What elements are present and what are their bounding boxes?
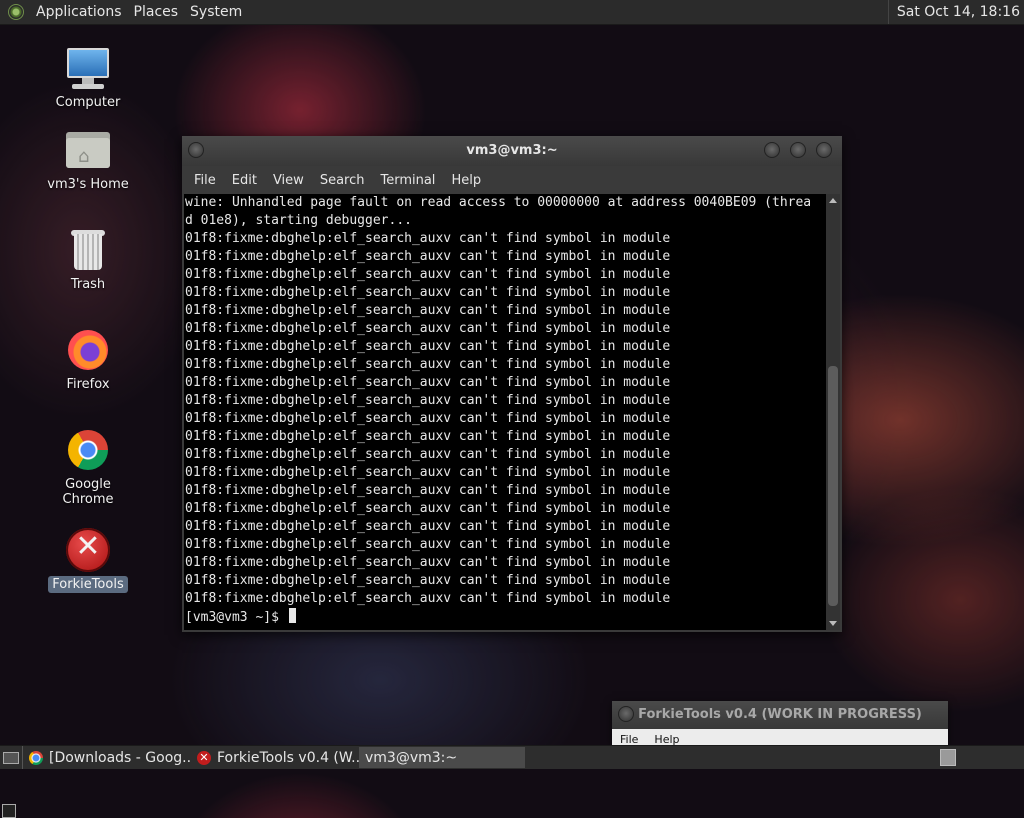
desktop-icon-forkietools[interactable]: ✕ ForkieTools	[38, 526, 138, 593]
chrome-icon	[64, 426, 112, 474]
task-label: vm3@vm3:~	[365, 749, 458, 766]
forkietools-menubar: File Help	[612, 729, 948, 746]
desktop-icon-label: Trash	[70, 277, 106, 292]
maximize-button[interactable]	[790, 142, 806, 158]
menu-view[interactable]: View	[265, 173, 312, 188]
terminal-line: d 01e8), starting debugger...	[185, 213, 412, 228]
terminal-line: 01f8:fixme:dbghelp:elf_search_auxv can't…	[185, 393, 671, 408]
task-downloads-chrome[interactable]: [Downloads - Goog...	[23, 747, 191, 768]
task-forkietools[interactable]: ✕ ForkieTools v0.4 (W...	[191, 747, 359, 768]
terminal-line: 01f8:fixme:dbghelp:elf_search_auxv can't…	[185, 429, 671, 444]
task-terminal[interactable]: vm3@vm3:~	[2, 747, 525, 818]
task-label: [Downloads - Goog...	[49, 749, 191, 766]
terminal-line: 01f8:fixme:dbghelp:elf_search_auxv can't…	[185, 267, 671, 282]
firefox-icon	[64, 326, 112, 374]
menu-help[interactable]: Help	[443, 173, 489, 188]
scroll-down-icon[interactable]	[829, 621, 837, 626]
terminal-line: 01f8:fixme:dbghelp:elf_search_auxv can't…	[185, 519, 671, 534]
menu-terminal[interactable]: Terminal	[372, 173, 443, 188]
chrome-icon	[29, 750, 43, 765]
terminal-line: 01f8:fixme:dbghelp:elf_search_auxv can't…	[185, 537, 671, 552]
terminal-line: 01f8:fixme:dbghelp:elf_search_auxv can't…	[185, 375, 671, 390]
clock[interactable]: Sat Oct 14, 18:16	[887, 0, 1024, 24]
desktop-icon-trash[interactable]: Trash	[38, 226, 138, 293]
desktop-icon-label: Firefox	[66, 377, 110, 392]
menu-edit[interactable]: Edit	[224, 173, 265, 188]
terminal-line: 01f8:fixme:dbghelp:elf_search_auxv can't…	[185, 411, 671, 426]
scrollbar-thumb[interactable]	[828, 366, 838, 606]
task-label: ForkieTools v0.4 (W...	[217, 749, 359, 766]
terminal-scrollbar[interactable]	[826, 194, 840, 630]
terminal-line: 01f8:fixme:dbghelp:elf_search_auxv can't…	[185, 447, 671, 462]
terminal-line: 01f8:fixme:dbghelp:elf_search_auxv can't…	[185, 303, 671, 318]
desktop-icon-home[interactable]: ⌂ vm3's Home	[38, 126, 138, 193]
desktop-icon-computer[interactable]: Computer	[38, 44, 138, 111]
terminal-line: 01f8:fixme:dbghelp:elf_search_auxv can't…	[185, 501, 671, 516]
terminal-prompt-line[interactable]: [vm3@vm3 ~]$	[184, 608, 826, 627]
desktop-icon-label: ForkieTools	[48, 576, 128, 593]
terminal-prompt: [vm3@vm3 ~]$	[185, 610, 287, 625]
terminal-line: 01f8:fixme:dbghelp:elf_search_auxv can't…	[185, 465, 671, 480]
scroll-up-icon[interactable]	[829, 198, 837, 203]
terminal-line: 01f8:fixme:dbghelp:elf_search_auxv can't…	[185, 591, 671, 606]
forkietools-titlebar[interactable]: ForkieTools v0.4 (WORK IN PROGRESS)	[612, 701, 948, 729]
terminal-line: wine: Unhandled page fault on read acces…	[185, 195, 812, 210]
forkietools-icon: ✕	[197, 750, 211, 765]
show-desktop-button[interactable]	[0, 746, 23, 769]
menu-search[interactable]: Search	[312, 173, 373, 188]
home-folder-icon: ⌂	[64, 126, 112, 174]
desktop-icon-chrome[interactable]: Google Chrome	[38, 426, 138, 508]
minimize-button[interactable]	[764, 142, 780, 158]
show-desktop-icon	[3, 751, 19, 764]
forkietools-icon: ✕	[64, 526, 112, 574]
workspace-switcher[interactable]	[940, 749, 956, 766]
terminal-line: 01f8:fixme:dbghelp:elf_search_auxv can't…	[185, 555, 671, 570]
desktop-icon-label: Google Chrome	[62, 477, 114, 507]
top-panel: Applications Places System Sat Oct 14, 1…	[0, 0, 1024, 25]
forkietools-title: ForkieTools v0.4 (WORK IN PROGRESS)	[638, 707, 922, 722]
terminal-menubar: File Edit View Search Terminal Help	[182, 166, 842, 194]
distro-logo-icon[interactable]	[8, 4, 24, 20]
desktop-icon-label: Computer	[55, 95, 121, 110]
computer-icon	[64, 44, 112, 92]
terminal-output[interactable]: wine: Unhandled page fault on read acces…	[184, 194, 826, 630]
terminal-line: 01f8:fixme:dbghelp:elf_search_auxv can't…	[185, 357, 671, 372]
terminal-line: 01f8:fixme:dbghelp:elf_search_auxv can't…	[185, 285, 671, 300]
terminal-title: vm3@vm3:~	[466, 143, 558, 158]
bottom-panel: [Downloads - Goog... ✕ ForkieTools v0.4 …	[0, 745, 1024, 818]
menu-places[interactable]: Places	[128, 4, 185, 20]
terminal-line: 01f8:fixme:dbghelp:elf_search_auxv can't…	[185, 573, 671, 588]
terminal-titlebar[interactable]: vm3@vm3:~	[182, 136, 842, 166]
terminal-window: vm3@vm3:~ File Edit View Search Terminal…	[182, 136, 842, 632]
menu-file[interactable]: File	[186, 173, 224, 188]
forkietools-window[interactable]: ForkieTools v0.4 (WORK IN PROGRESS) File…	[612, 701, 948, 746]
terminal-line: 01f8:fixme:dbghelp:elf_search_auxv can't…	[185, 249, 671, 264]
terminal-line: 01f8:fixme:dbghelp:elf_search_auxv can't…	[185, 339, 671, 354]
terminal-line: 01f8:fixme:dbghelp:elf_search_auxv can't…	[185, 321, 671, 336]
terminal-line: 01f8:fixme:dbghelp:elf_search_auxv can't…	[185, 483, 671, 498]
desktop-icon-label: vm3's Home	[47, 177, 129, 192]
close-button[interactable]	[816, 142, 832, 158]
desktop-icon-firefox[interactable]: Firefox	[38, 326, 138, 393]
terminal-line: 01f8:fixme:dbghelp:elf_search_auxv can't…	[185, 231, 671, 246]
trash-icon	[64, 226, 112, 274]
menu-applications[interactable]: Applications	[30, 4, 128, 20]
text-cursor	[288, 608, 296, 623]
menu-system[interactable]: System	[184, 4, 248, 20]
